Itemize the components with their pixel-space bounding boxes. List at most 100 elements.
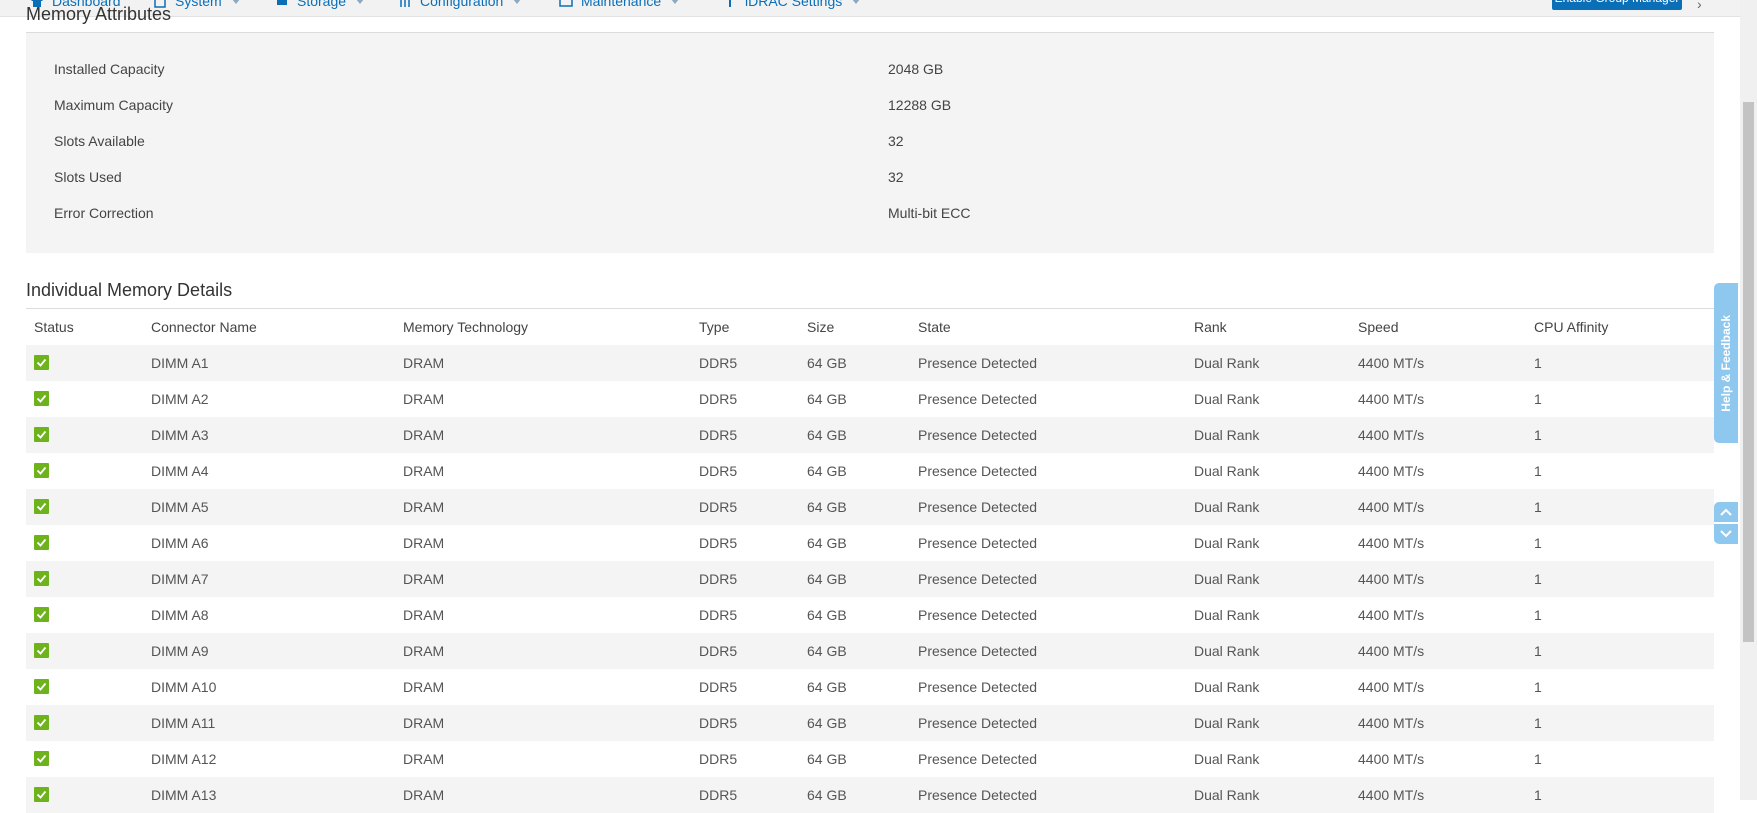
nav-label: Storage bbox=[297, 0, 347, 9]
status-ok-icon bbox=[34, 643, 49, 658]
status-ok-icon bbox=[34, 355, 49, 370]
column-header-size[interactable]: Size bbox=[807, 319, 834, 335]
cell-type: DDR5 bbox=[699, 715, 738, 731]
cell-state: Presence Detected bbox=[918, 751, 1038, 767]
status-ok-icon bbox=[34, 499, 49, 514]
chevron-down-icon bbox=[852, 0, 861, 4]
chevron-up-icon bbox=[1720, 508, 1732, 516]
column-header-speed[interactable]: Speed bbox=[1358, 319, 1398, 335]
cell-rank: Dual Rank bbox=[1194, 643, 1260, 659]
table-row[interactable]: DIMM A6 DRAM DDR5 64 GB Presence Detected Dua… bbox=[26, 525, 1714, 561]
cell-type: DDR5 bbox=[699, 427, 738, 443]
cell-rank: Dual Rank bbox=[1194, 463, 1260, 479]
cell-speed: 4400 MT/s bbox=[1358, 787, 1425, 803]
table-row[interactable]: DIMM A12 DRAM DDR5 64 GB Presence Detected Du… bbox=[26, 741, 1714, 777]
cell-size: 64 GB bbox=[807, 751, 847, 767]
top-nav: Dashboard System Storage Configuration M… bbox=[0, 0, 1740, 17]
table-row[interactable]: DIMM A8 DRAM DDR5 64 GB Presence Detected Dua… bbox=[26, 597, 1714, 633]
status-ok-icon bbox=[34, 427, 49, 442]
cell-memory-technology: DRAM bbox=[403, 679, 445, 695]
column-header-memory-technology[interactable]: Memory Technology bbox=[403, 319, 528, 335]
cell-size: 64 GB bbox=[807, 499, 847, 515]
cell-memory-technology: DRAM bbox=[403, 391, 445, 407]
table-row[interactable]: DIMM A4 DRAM DDR5 64 GB Presence Detected Dua… bbox=[26, 453, 1714, 489]
cell-cpu-affinity: 1 bbox=[1534, 463, 1542, 479]
cell-rank: Dual Rank bbox=[1194, 787, 1260, 803]
status-ok-icon bbox=[34, 391, 49, 406]
nav-storage[interactable]: Storage bbox=[275, 0, 365, 11]
attr-row: Slots Available 32 bbox=[26, 125, 1714, 161]
cell-cpu-affinity: 1 bbox=[1534, 643, 1542, 659]
attr-label: Error Correction bbox=[54, 205, 154, 221]
table-row[interactable]: DIMM A5 DRAM DDR5 64 GB Presence Detected Dua… bbox=[26, 489, 1714, 525]
cell-type: DDR5 bbox=[699, 643, 738, 659]
cell-connector-name: DIMM A5 bbox=[151, 499, 209, 515]
status-ok-icon bbox=[34, 715, 49, 730]
attr-value: 12288 GB bbox=[888, 97, 952, 113]
column-header-type[interactable]: Type bbox=[699, 319, 729, 335]
cell-speed: 4400 MT/s bbox=[1358, 607, 1425, 623]
cell-memory-technology: DRAM bbox=[403, 499, 445, 515]
table-row[interactable]: DIMM A1 DRAM DDR5 64 GB Presence Detected Dua… bbox=[26, 345, 1714, 381]
column-header-cpu-affinity[interactable]: CPU Affinity bbox=[1534, 319, 1608, 335]
cell-state: Presence Detected bbox=[918, 643, 1038, 659]
help-feedback-label: Help & Feedback bbox=[1719, 314, 1733, 412]
cell-state: Presence Detected bbox=[918, 535, 1038, 551]
cell-memory-technology: DRAM bbox=[403, 607, 445, 623]
table-row[interactable]: DIMM A11 DRAM DDR5 64 GB Presence Detected Du… bbox=[26, 705, 1714, 741]
column-header-rank[interactable]: Rank bbox=[1194, 319, 1227, 335]
chevron-right-icon[interactable]: › bbox=[1697, 0, 1702, 12]
cell-connector-name: DIMM A9 bbox=[151, 643, 209, 659]
chevron-down-icon bbox=[231, 0, 240, 4]
status-ok-icon bbox=[34, 463, 49, 478]
table-row[interactable]: DIMM A2 DRAM DDR5 64 GB Presence Detected Dua… bbox=[26, 381, 1714, 417]
column-header-status[interactable]: Status bbox=[34, 319, 74, 335]
column-header-state[interactable]: State bbox=[918, 319, 951, 335]
table-row[interactable]: DIMM A9 DRAM DDR5 64 GB Presence Detected Dua… bbox=[26, 633, 1714, 669]
enable-group-manager-button[interactable]: Enable Group Manager bbox=[1552, 0, 1682, 10]
maintenance-icon bbox=[559, 0, 573, 8]
table-row[interactable]: DIMM A3 DRAM DDR5 64 GB Presence Detected Dua… bbox=[26, 417, 1714, 453]
cell-type: DDR5 bbox=[699, 535, 738, 551]
nav-idrac-settings[interactable]: iDRAC Settings bbox=[723, 0, 861, 11]
cell-connector-name: DIMM A8 bbox=[151, 607, 209, 623]
table-row[interactable]: DIMM A13 DRAM DDR5 64 GB Presence Detected Du… bbox=[26, 777, 1714, 813]
attr-value: 32 bbox=[888, 133, 904, 149]
cell-memory-technology: DRAM bbox=[403, 787, 445, 803]
cell-memory-technology: DRAM bbox=[403, 643, 445, 659]
cell-cpu-affinity: 1 bbox=[1534, 715, 1542, 731]
cell-size: 64 GB bbox=[807, 391, 847, 407]
cell-state: Presence Detected bbox=[918, 679, 1038, 695]
scroll-up-button[interactable] bbox=[1714, 502, 1738, 522]
cell-size: 64 GB bbox=[807, 679, 847, 695]
cell-memory-technology: DRAM bbox=[403, 715, 445, 731]
chevron-down-icon bbox=[513, 0, 522, 4]
table-body: DIMM A1 DRAM DDR5 64 GB Presence Detected Dua… bbox=[26, 345, 1714, 813]
nav-label: Configuration bbox=[420, 0, 504, 9]
cell-cpu-affinity: 1 bbox=[1534, 751, 1542, 767]
cell-speed: 4400 MT/s bbox=[1358, 679, 1425, 695]
scroll-down-button[interactable] bbox=[1714, 524, 1738, 544]
column-header-connector-name[interactable]: Connector Name bbox=[151, 319, 257, 335]
cell-speed: 4400 MT/s bbox=[1358, 715, 1425, 731]
nav-configuration[interactable]: Configuration bbox=[398, 0, 522, 11]
nav-maintenance[interactable]: Maintenance bbox=[559, 0, 680, 11]
memory-attributes-title: Memory Attributes bbox=[26, 4, 172, 24]
memory-attributes-card: Installed Capacity 2048 GB Maximum Capac… bbox=[26, 32, 1714, 253]
table-row[interactable]: DIMM A7 DRAM DDR5 64 GB Presence Detected Dua… bbox=[26, 561, 1714, 597]
attr-row: Slots Used 32 bbox=[26, 161, 1714, 197]
cell-type: DDR5 bbox=[699, 355, 738, 371]
nav-label: System bbox=[175, 0, 222, 9]
table-row[interactable]: DIMM A10 DRAM DDR5 64 GB Presence Detected Du… bbox=[26, 669, 1714, 705]
cell-size: 64 GB bbox=[807, 355, 847, 371]
status-ok-icon bbox=[34, 607, 49, 622]
scrollbar-thumb[interactable] bbox=[1743, 102, 1754, 642]
cell-state: Presence Detected bbox=[918, 499, 1038, 515]
nav-label: Maintenance bbox=[581, 0, 662, 9]
cell-size: 64 GB bbox=[807, 643, 847, 659]
attr-row: Maximum Capacity 12288 GB bbox=[26, 89, 1714, 125]
cell-speed: 4400 MT/s bbox=[1358, 427, 1425, 443]
cell-speed: 4400 MT/s bbox=[1358, 499, 1425, 515]
cell-cpu-affinity: 1 bbox=[1534, 787, 1542, 803]
cell-cpu-affinity: 1 bbox=[1534, 571, 1542, 587]
